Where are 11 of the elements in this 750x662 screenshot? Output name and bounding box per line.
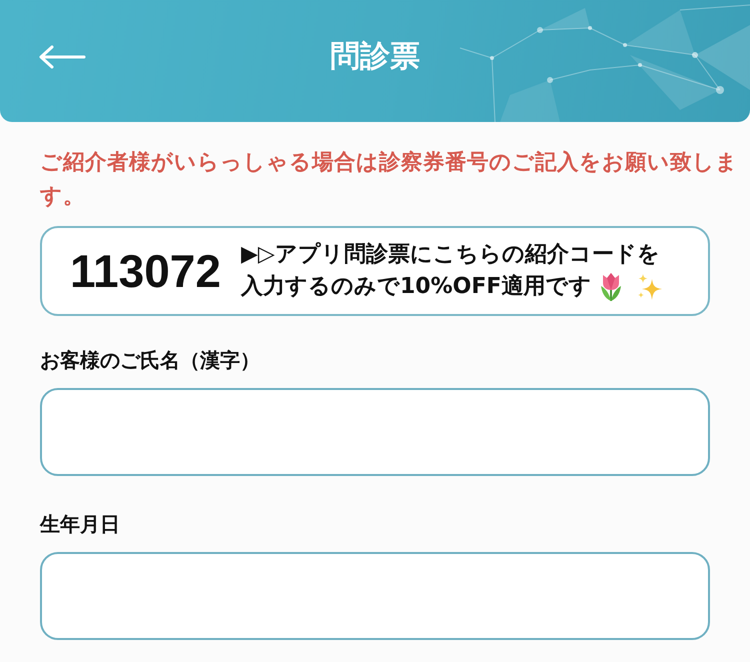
referral-message-line: 入力するのみで10%OFF適用です [240, 272, 592, 301]
referral-message-line: ▶▷アプリ問診票にこちらの紹介コードを [240, 241, 661, 269]
page-title: 問診票 [330, 39, 420, 75]
notice-text: ご紹介者様がいらっしゃる場合は診察券番号のご記入をお願い致します。 [40, 149, 739, 211]
input-field[interactable] [40, 552, 710, 640]
field-label: お客様のご氏名（漢字） [40, 347, 261, 374]
back-arrow-icon [38, 45, 86, 69]
input-field[interactable] [40, 388, 710, 476]
tulip-icon [599, 272, 624, 302]
referral-code: 113072 [70, 248, 221, 294]
field-label: 生年月日 [40, 511, 121, 538]
